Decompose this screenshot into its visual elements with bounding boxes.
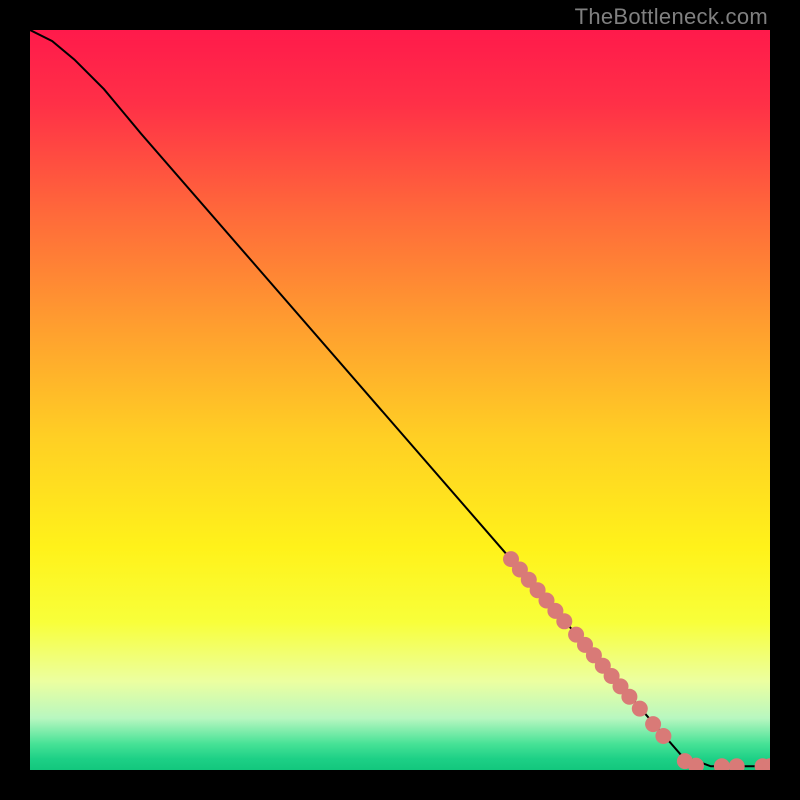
gradient-background [30, 30, 770, 770]
data-marker [655, 728, 671, 744]
plot-area [30, 30, 770, 770]
attribution-label: TheBottleneck.com [575, 4, 768, 30]
data-marker [632, 701, 648, 717]
chart-svg [30, 30, 770, 770]
data-marker [556, 613, 572, 629]
chart-frame: TheBottleneck.com [0, 0, 800, 800]
